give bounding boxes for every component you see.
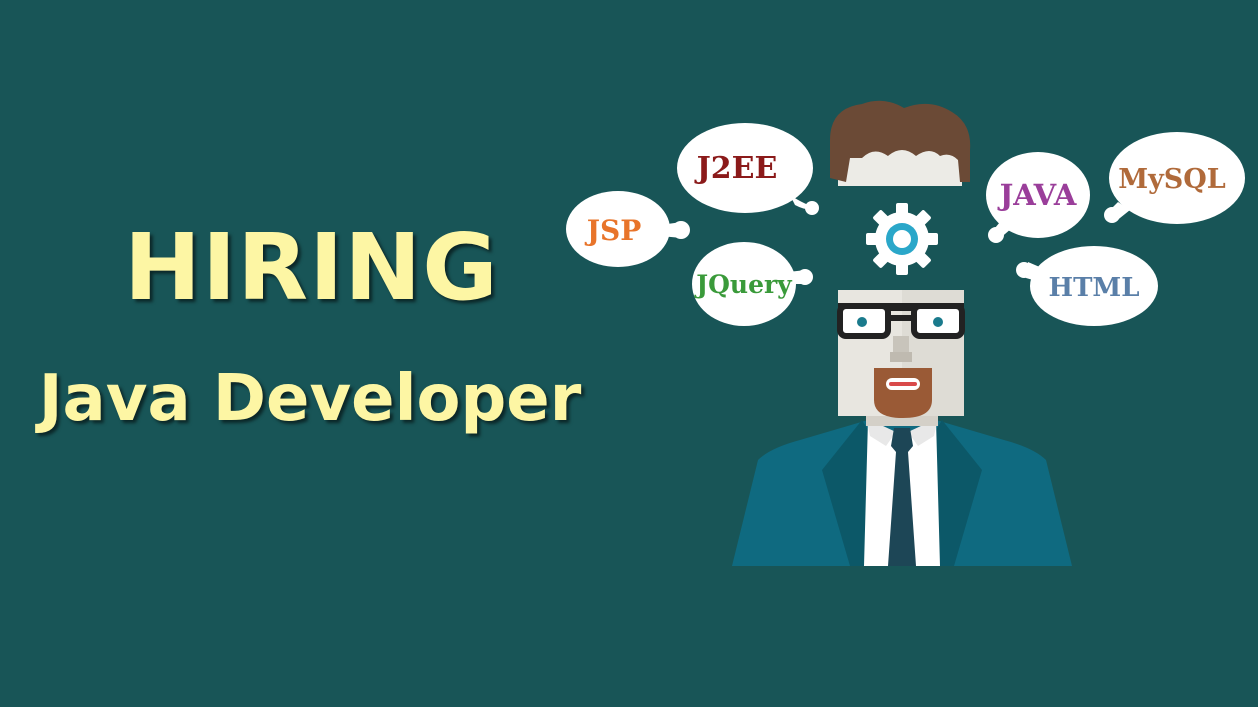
skill-label-jquery: JQuery	[694, 270, 793, 299]
skill-label-jsp: JSP	[584, 214, 642, 247]
skill-label-j2ee: J2EE	[694, 151, 778, 186]
skill-label-java: JAVA	[997, 178, 1077, 212]
skill-label-html: HTML	[1049, 273, 1140, 303]
skill-bubble-j2ee: J2EE	[677, 123, 819, 215]
skill-bubble-jsp: JSP	[566, 191, 690, 267]
skill-bubble-html: HTML	[1016, 246, 1158, 326]
skill-bubble-jquery: JQuery	[692, 242, 813, 326]
skill-bubble-java: JAVA	[986, 152, 1090, 243]
developer-avatar	[732, 290, 1072, 566]
developer-illustration: J2EE JSP JQuery JAVA MySQL HTML	[566, 100, 1245, 566]
skill-bubble-mysql: MySQL	[1104, 132, 1245, 224]
hair-icon	[830, 100, 971, 186]
skill-label-mysql: MySQL	[1118, 164, 1226, 195]
gear-icon	[866, 203, 938, 275]
